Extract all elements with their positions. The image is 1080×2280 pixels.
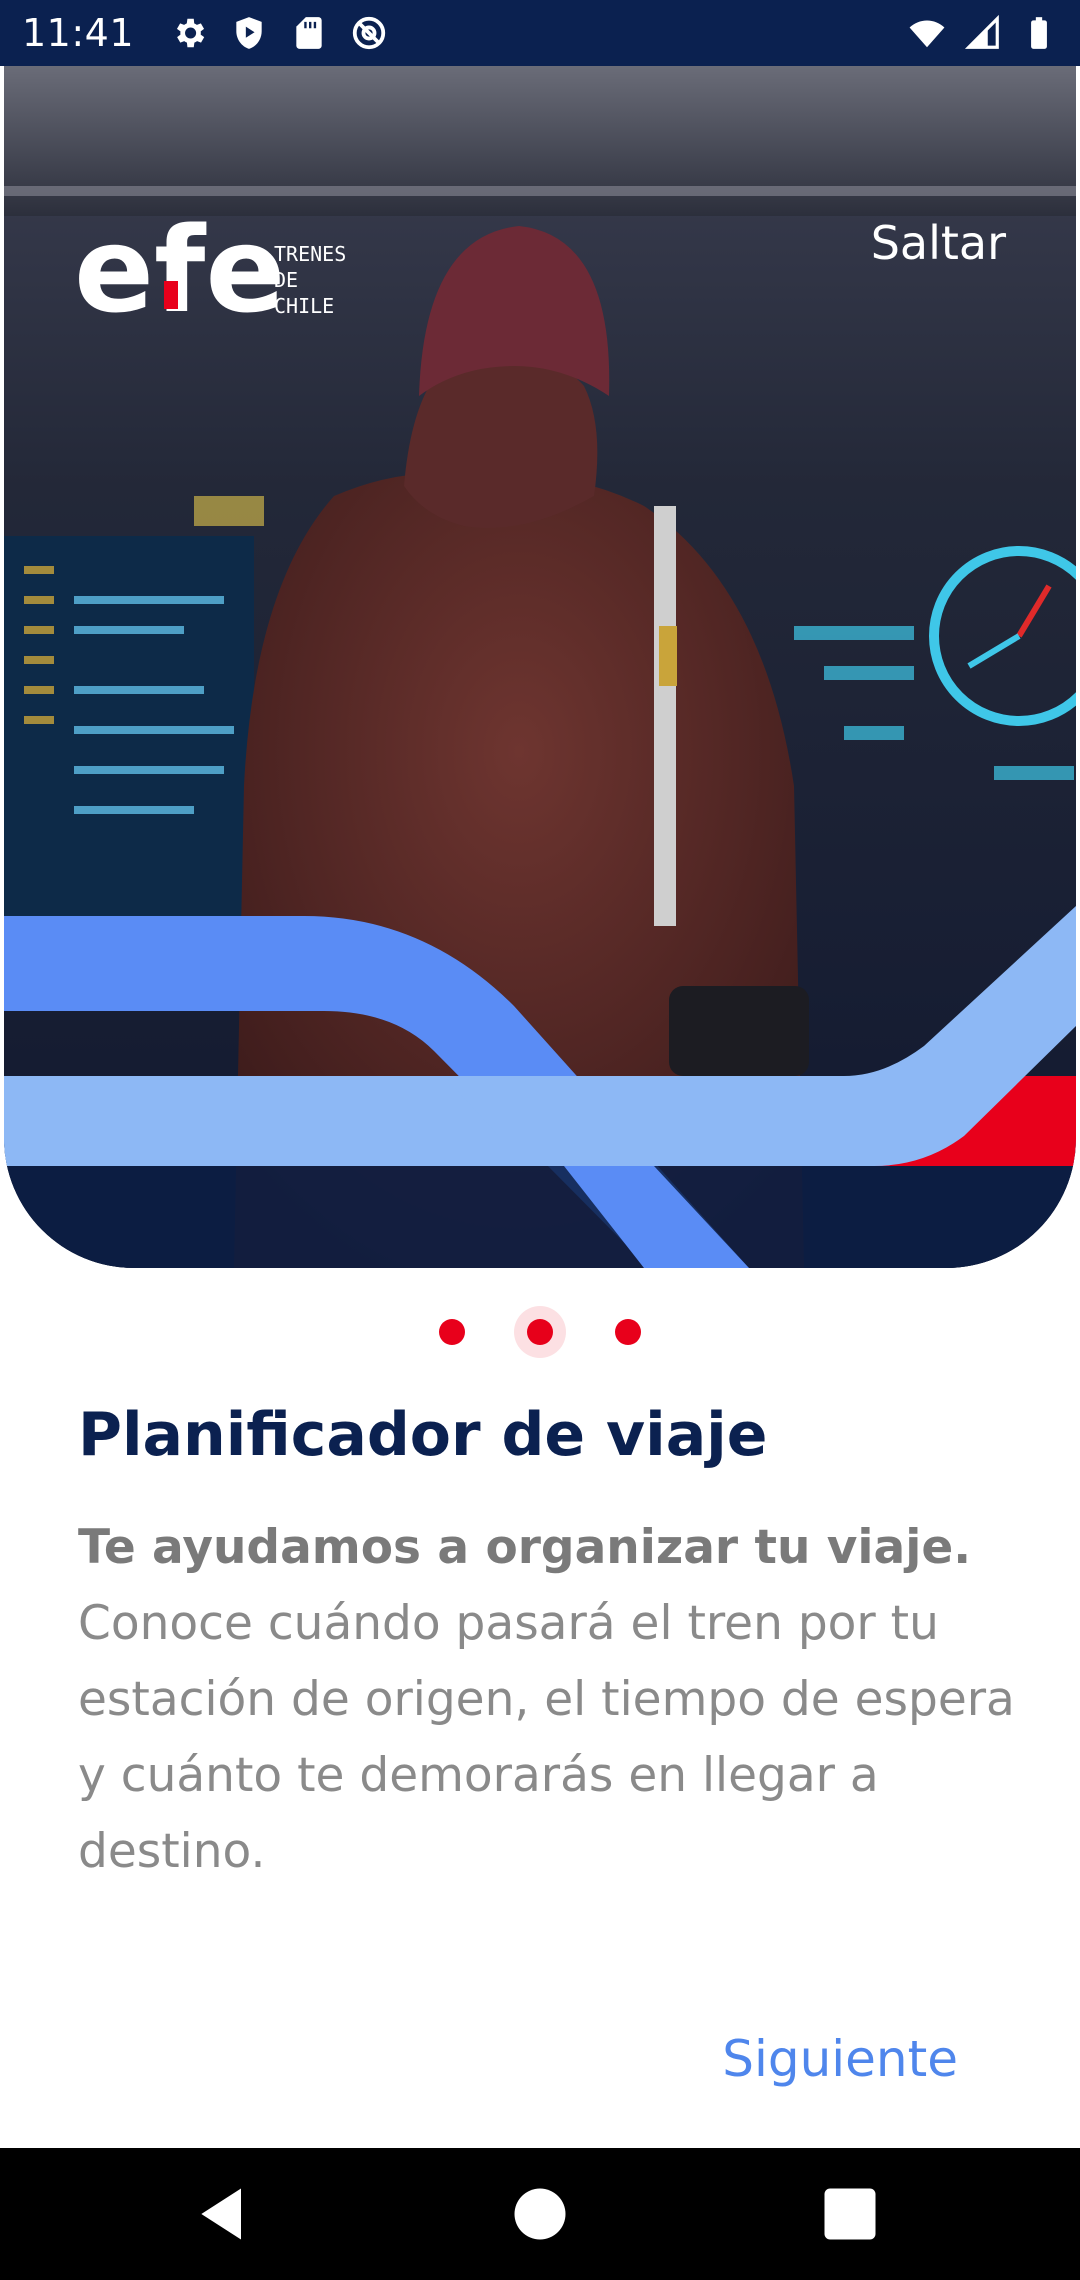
page-title: Planificador de viaje <box>78 1400 768 1470</box>
status-bar: 11:41 <box>0 0 1080 66</box>
signal-icon <box>964 14 999 49</box>
hero-banner: efe TRENES DE CHILE Saltar <box>4 66 1076 1268</box>
svg-text:CHILE: CHILE <box>274 294 334 318</box>
sd-card-icon <box>296 17 322 49</box>
navigation-bar <box>0 2148 1080 2280</box>
skip-button[interactable]: Saltar <box>871 216 1006 270</box>
next-button[interactable]: Siguiente <box>722 2030 958 2088</box>
svg-text:DE: DE <box>274 268 298 292</box>
svg-text:TRENES: TRENES <box>274 242 346 266</box>
home-icon[interactable] <box>506 2180 574 2248</box>
description-body: Conoce cuándo pasará el tren por tu esta… <box>78 1596 1015 1879</box>
recents-icon[interactable] <box>816 2180 884 2248</box>
page-dot[interactable] <box>439 1319 465 1345</box>
shield-play-icon <box>236 17 262 49</box>
description: Te ayudamos a organizar tu viaje. Conoce… <box>78 1510 1018 1890</box>
at-sign-icon <box>352 16 386 50</box>
back-icon[interactable] <box>190 2180 258 2248</box>
status-time: 11:41 <box>22 11 135 55</box>
page-dot-active[interactable] <box>514 1306 566 1358</box>
page-dot[interactable] <box>615 1319 641 1345</box>
battery-icon <box>1031 17 1047 49</box>
wifi-icon <box>909 20 945 48</box>
description-lead: Te ayudamos a organizar tu viaje. <box>78 1520 972 1575</box>
efe-logo: efe TRENES DE CHILE <box>74 201 346 339</box>
settings-icon <box>176 18 205 48</box>
svg-text:efe: efe <box>74 201 285 339</box>
page-indicator <box>0 1302 1080 1362</box>
